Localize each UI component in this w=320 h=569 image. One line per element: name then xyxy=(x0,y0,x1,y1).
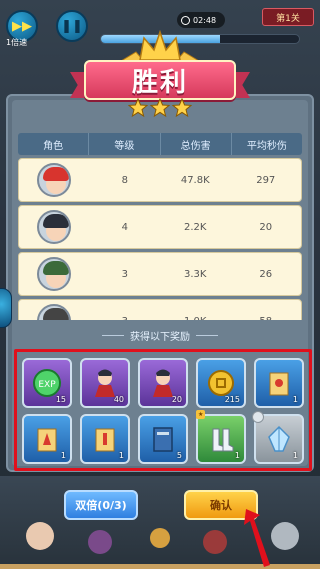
row-damage: 3.3K xyxy=(184,268,207,280)
reward-count: 5 xyxy=(176,451,182,460)
row-damage: 47.8K xyxy=(180,174,210,186)
speed-label: 1倍速 xyxy=(6,38,28,47)
star-icon xyxy=(128,98,148,118)
hero-avatar xyxy=(37,210,72,244)
table-row: 4 2.2K 20 xyxy=(18,205,302,249)
crystal-icon xyxy=(268,425,290,452)
stage-badge: 第1关 xyxy=(262,8,314,26)
reward-item-scroll[interactable]: 1 xyxy=(22,414,72,464)
header-total-damage: 总伤害 xyxy=(161,133,232,155)
double-reward-button[interactable]: 双倍(0/3) xyxy=(64,490,138,520)
reward-item-exp[interactable]: EXP 15 xyxy=(22,358,72,408)
rewards-header: 获得以下奖励 xyxy=(90,327,230,343)
svg-text:EXP: EXP xyxy=(38,380,56,390)
row-level: 3 xyxy=(121,268,128,280)
star-icon xyxy=(172,98,192,118)
fast-forward-icon: ▶▶ xyxy=(12,18,32,34)
hero-avatar xyxy=(37,304,72,320)
star-rating xyxy=(128,98,192,120)
row-damage: 2.2K xyxy=(184,221,207,233)
reward-count: 1 xyxy=(292,395,298,404)
header-role: 角色 xyxy=(18,133,90,155)
header-level: 等级 xyxy=(89,133,161,155)
crystal-tag-icon xyxy=(252,411,264,423)
timer: 02:48 xyxy=(177,12,225,28)
row-damage: 1.0K xyxy=(160,300,231,321)
row-dps: 58 xyxy=(231,300,302,321)
reward-item-gold[interactable]: 215 xyxy=(196,358,246,408)
row-level: 8 xyxy=(121,174,128,186)
timer-text: 02:48 xyxy=(193,15,217,25)
row-level: 3 xyxy=(90,300,161,321)
new-tag: ★ xyxy=(196,410,206,419)
reward-item-hero-card[interactable]: 40 xyxy=(80,358,130,408)
table-row: 3 3.3K 26 xyxy=(18,252,302,296)
wave-progress-bar xyxy=(100,34,300,44)
reward-count: 215 xyxy=(224,395,240,404)
reward-item-boots[interactable]: ★ 1 xyxy=(196,410,246,464)
reward-count: 1 xyxy=(60,451,66,460)
reward-count: 15 xyxy=(55,395,66,404)
reward-count: 1 xyxy=(234,451,240,460)
hero-avatar xyxy=(37,163,72,197)
pause-button[interactable]: ❚❚ xyxy=(56,10,88,42)
reward-count: 40 xyxy=(113,395,124,404)
row-level: 4 xyxy=(121,221,128,233)
hero-avatar xyxy=(37,257,72,291)
reward-item-scroll[interactable]: 1 xyxy=(80,414,130,464)
reward-count: 1 xyxy=(118,451,124,460)
clock-icon xyxy=(181,15,190,25)
row-dps: 297 xyxy=(256,174,276,186)
stats-table-header: 角色 等级 总伤害 平均秒伤 xyxy=(18,133,302,155)
page-title: 胜利 xyxy=(131,67,188,98)
reward-count: 1 xyxy=(292,451,298,460)
reward-item-crystal[interactable]: 1 xyxy=(252,411,304,464)
victory-banner: 胜利 xyxy=(84,60,236,100)
reward-item-scroll[interactable]: 1 xyxy=(254,358,304,408)
reward-item-hero-card[interactable]: 20 xyxy=(138,358,188,408)
header-dps: 平均秒伤 xyxy=(246,140,287,152)
scroll-icon xyxy=(269,372,289,396)
reward-count: 20 xyxy=(171,395,182,404)
table-row: 3 1.0K 58 xyxy=(18,299,302,320)
side-tab-button[interactable] xyxy=(0,288,12,328)
crown-icon xyxy=(139,30,181,61)
stats-table-body[interactable]: 8 47.8K 297 4 2.2K 20 3 3.3K 26 3 1.0K 5… xyxy=(18,158,302,320)
star-icon xyxy=(150,98,170,118)
pause-icon: ❚❚ xyxy=(61,18,83,34)
boots-icon xyxy=(212,428,234,452)
reward-item-book[interactable]: 5 xyxy=(138,414,188,464)
scroll-icon xyxy=(37,428,57,452)
book-icon xyxy=(153,427,173,452)
scroll-icon xyxy=(95,428,115,452)
row-dps: 26 xyxy=(259,268,273,280)
rewards-grid: EXP 15 40 20 215 1 1 1 5 ★ 1 1 xyxy=(22,358,304,466)
pointer-arrow-icon xyxy=(244,509,270,567)
table-row: 8 47.8K 297 xyxy=(18,158,302,202)
row-dps: 20 xyxy=(259,221,273,233)
